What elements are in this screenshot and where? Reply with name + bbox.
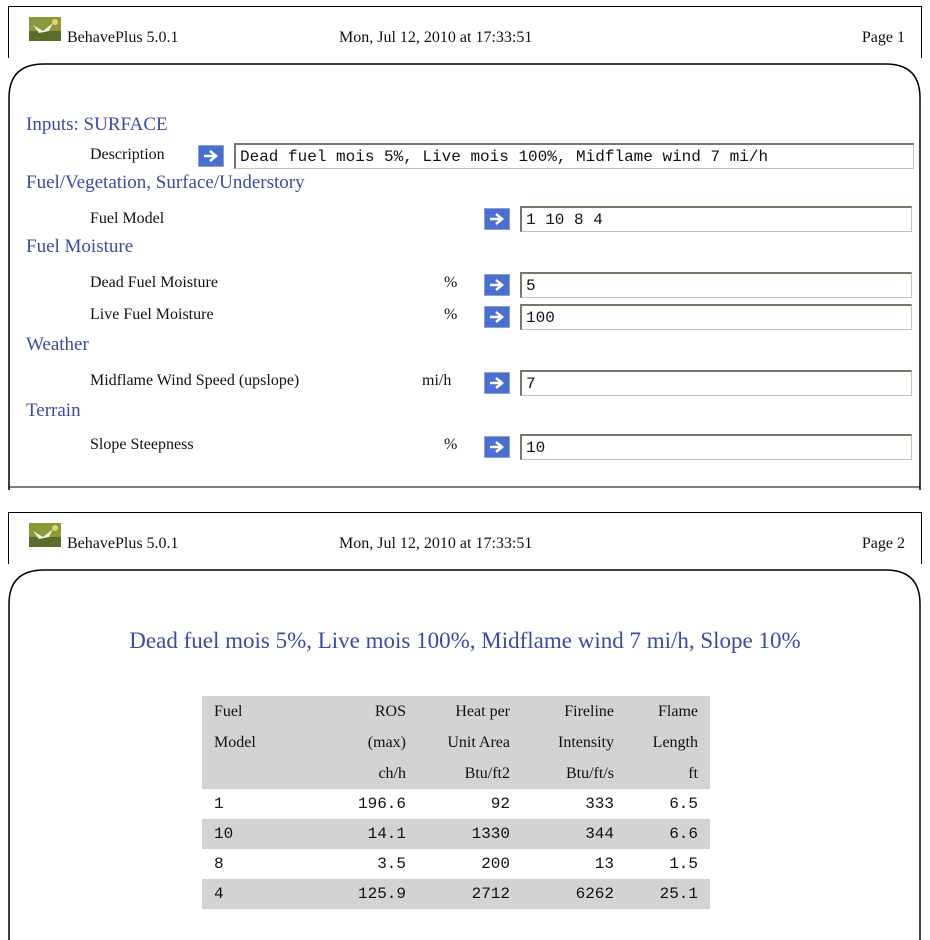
description-field[interactable]: Dead fuel mois 5%, Live mois 100%, Midfl… [234,143,914,169]
arrow-right-icon [490,213,504,225]
arrow-right-icon [490,279,504,291]
section-inputs-surface: Inputs: SURFACE [26,114,168,135]
page-number: Page 1 [861,29,905,46]
table-cell: 6.6 [626,819,710,849]
app-title: BehavePlus 5.0.1 [67,29,179,46]
report-datetime: Mon, Jul 12, 2010 at 17:33:51 [339,29,533,46]
table-row: 1 196.6 92 333 6.5 [202,789,710,819]
dead-fuel-moisture-arrow-button[interactable] [484,274,510,296]
header-cell: Btu/ft/s [522,758,626,789]
report-page-2: BehavePlus 5.0.1 Mon, Jul 12, 2010 at 17… [8,512,922,940]
header-cell: Length [626,727,710,758]
arrow-right-icon [490,311,504,323]
table-row: 8 3.5 200 13 1.5 [202,849,710,879]
behaveplus-logo-icon [29,523,61,547]
table-cell: 196.6 [357,795,406,813]
table-cell: 344 [522,819,626,849]
table-cell: 200 [481,855,510,873]
table-cell: 25.1 [626,879,710,909]
table-header-row: Model (max) Unit Area Intensity Length [202,727,710,758]
description-label: Description [90,146,165,163]
table-cell: 1.5 [669,855,698,873]
table-cell: 1 [214,795,224,813]
table-cell: 1330 [418,819,522,849]
dead-fuel-moisture-field[interactable]: 5 [520,272,912,298]
header-cell: ch/h [314,758,418,789]
dead-fuel-moisture-label: Dead Fuel Moisture [90,274,218,291]
page-header: BehavePlus 5.0.1 Mon, Jul 12, 2010 at 17… [8,6,922,58]
slope-steepness-unit: % [444,436,458,453]
page-header: BehavePlus 5.0.1 Mon, Jul 12, 2010 at 17… [8,512,922,564]
table-cell: 6262 [522,879,626,909]
slope-steepness-field[interactable]: 10 [520,434,912,460]
table-row: 4 125.9 2712 6262 25.1 [202,879,710,909]
report-datetime: Mon, Jul 12, 2010 at 17:33:51 [339,535,533,552]
run-description-title: Dead fuel mois 5%, Live mois 100%, Midfl… [129,628,801,653]
arrow-right-icon [204,150,218,162]
description-arrow-button[interactable] [198,145,224,167]
section-terrain: Terrain [26,400,81,421]
header-cell: (max) [314,727,418,758]
table-header-row: Fuel ROS Heat per Fireline Flame [202,696,710,727]
table-cell: 4 [202,879,314,909]
midflame-wind-unit: mi/h [422,372,452,389]
table-cell: 6.5 [669,795,698,813]
header-cell: Fuel [202,696,314,727]
section-fuel-vegetation: Fuel/Vegetation, Surface/Understory [26,172,305,193]
table-cell: 13 [594,855,614,873]
table-cell: 2712 [418,879,522,909]
header-cell: Fireline [522,696,626,727]
live-fuel-moisture-label: Live Fuel Moisture [90,306,214,323]
header-cell [202,758,314,789]
header-cell: ft [626,758,710,789]
table-header-row: ch/h Btu/ft2 Btu/ft/s ft [202,758,710,789]
section-weather: Weather [26,334,89,355]
midflame-wind-label: Midflame Wind Speed (upslope) [90,372,300,389]
arrow-right-icon [490,377,504,389]
behaveplus-logo-icon [29,17,61,41]
slope-steepness-label: Slope Steepness [90,436,194,453]
table-cell: 333 [585,795,614,813]
header-cell: Btu/ft2 [418,758,522,789]
table-cell: 92 [490,795,510,813]
table-cell: 3.5 [377,855,406,873]
table-cell: 8 [214,855,224,873]
table-cell: 14.1 [314,819,418,849]
fuel-model-arrow-button[interactable] [484,208,510,230]
midflame-wind-arrow-button[interactable] [484,372,510,394]
live-fuel-moisture-unit: % [444,306,458,323]
table-cell: 125.9 [314,879,418,909]
header-cell: Intensity [522,727,626,758]
header-cell: Flame [626,696,710,727]
header-cell: Heat per [418,696,522,727]
fuel-model-label: Fuel Model [90,210,165,227]
report-page-1: BehavePlus 5.0.1 Mon, Jul 12, 2010 at 17… [8,6,922,490]
table-row: 10 14.1 1330 344 6.6 [202,819,710,849]
midflame-wind-field[interactable]: 7 [520,370,912,396]
table-cell: 10 [202,819,314,849]
live-fuel-moisture-arrow-button[interactable] [484,306,510,328]
header-cell: Unit Area [418,727,522,758]
live-fuel-moisture-field[interactable]: 100 [520,304,912,330]
dead-fuel-moisture-unit: % [444,274,458,291]
results-table: Fuel ROS Heat per Fireline Flame Model (… [202,696,710,909]
arrow-right-icon [490,441,504,453]
header-cell: ROS [314,696,418,727]
page-number: Page 2 [861,535,905,552]
section-fuel-moisture: Fuel Moisture [26,236,134,257]
fuel-model-field[interactable]: 1 10 8 4 [520,206,912,232]
header-cell: Model [202,727,314,758]
app-title: BehavePlus 5.0.1 [67,535,179,552]
slope-steepness-arrow-button[interactable] [484,436,510,458]
